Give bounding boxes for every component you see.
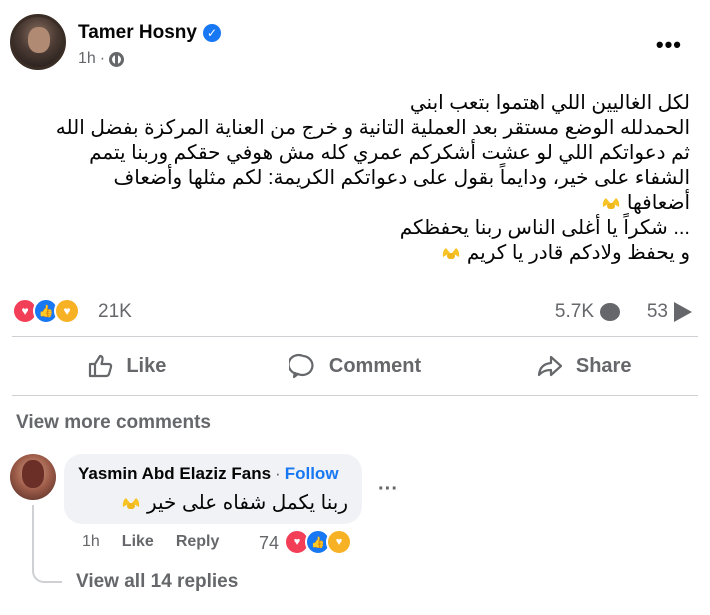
comment-text: ربنا يكمل شفاه على خير [146,492,348,514]
post-line: ثم دعواتكم اللي لو عشت أشكركم عمري كله م… [89,142,690,164]
comment-meta: 1h Like Reply [82,533,219,551]
share-count-link[interactable]: 53 [647,301,692,323]
comment-bubble-icon [600,303,620,321]
author-avatar[interactable] [10,14,66,70]
comment-like-button[interactable]: Like [122,533,154,551]
commenter-avatar[interactable] [10,454,56,500]
divider [12,336,698,337]
care-reaction-icon: ♥ [326,529,352,555]
post-line: ... شكراً يا أغلى الناس ربنا يحفظكم [399,217,690,239]
post-line: لكل الغاليين اللي اهتموا بتعب ابني [409,92,690,114]
comment-count-link[interactable]: 5.7K [555,301,620,323]
share-icon [537,355,562,377]
post-meta: 1h · [78,50,125,68]
comment-bubble: Yasmin Abd Elaziz Fans · Follow ربنا يكم… [64,454,362,524]
author-line: Tamer Hosny ✓ [78,20,221,46]
comment-author[interactable]: Yasmin Abd Elaziz Fans [78,464,271,484]
follow-button[interactable]: Follow [285,464,339,484]
comment-reaction-count[interactable]: 74 [259,533,279,554]
post-line-with-emoji: و يحفظ ولادكم قادر يا كريم [20,241,690,266]
post-header: Tamer Hosny ✓ 1h · ••• [10,14,700,74]
comment-icon [288,353,314,379]
reaction-icons[interactable]: ♥ 👍 ♥ [12,298,80,324]
reactions-summary: ♥ 👍 ♥ 21K 5.7K 53 [12,296,698,326]
care-reaction-icon: ♥ [54,298,80,324]
share-count: 53 [646,301,668,322]
thumbs-up-icon [89,354,113,378]
view-more-comments-link[interactable]: View more comments [16,412,211,434]
share-arrow-icon [674,302,692,322]
comment-text-line: ربنا يكمل شفاه على خير [78,490,348,515]
post-line: الشفاء على خير، ودايماً بقول على دعواتكم… [113,167,691,189]
comment-author-line: Yasmin Abd Elaziz Fans · Follow [78,464,348,484]
more-options-icon[interactable]: ••• [656,34,682,56]
post-text: لكل الغاليين اللي اهتموا بتعب ابني الحمد… [20,91,690,266]
reaction-count[interactable]: 21K [98,301,132,323]
post-actions: Like Comment Share [12,343,698,389]
like-button[interactable]: Like [12,343,241,389]
verified-badge-icon: ✓ [202,24,221,42]
comment-label: Comment [328,354,422,377]
meta-dot: · [99,50,106,67]
post-time[interactable]: 1h [78,50,96,68]
clapping-hands-icon [443,248,460,259]
post-line: الحمدلله الوضع مستقر بعد العملية التانية… [55,117,690,139]
clapping-hands-icon [603,198,620,209]
post-line: و يحفظ ولادكم قادر يا كريم [466,242,690,264]
clapping-hands-icon [123,498,140,509]
post-line: أضعافها [626,192,690,214]
globe-icon [109,51,125,67]
divider [12,395,698,396]
comment-button[interactable]: Comment [241,343,470,389]
share-label: Share [575,354,632,377]
comment-time[interactable]: 1h [82,533,100,551]
comment-more-options-icon[interactable]: ··· [378,478,398,501]
separator-dot: · [275,464,281,483]
comment-reply-button[interactable]: Reply [176,533,220,551]
comment-count: 5.7K [554,301,594,322]
author-name[interactable]: Tamer Hosny [78,22,197,44]
post-line-with-emoji: أضعافها [20,191,690,216]
view-replies-link[interactable]: View all 14 replies [76,571,238,593]
reply-thread-line [32,505,62,583]
comment-reaction-icons[interactable]: ♥ 👍 ♥ [284,529,352,555]
share-button[interactable]: Share [469,343,698,389]
like-label: Like [126,354,167,377]
